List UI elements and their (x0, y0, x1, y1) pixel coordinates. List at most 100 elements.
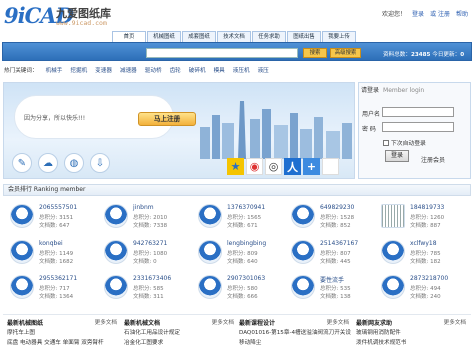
globe-icon[interactable]: ◍ (64, 153, 84, 173)
member-avatar[interactable] (10, 275, 34, 299)
advanced-search-button[interactable]: 高级搜索 (330, 48, 361, 58)
more-link[interactable]: 更多文档 (327, 318, 349, 326)
more-link[interactable]: 更多文档 (444, 318, 466, 326)
member-card[interactable]: 2907301063 总积分: 580 文档数: 666 (198, 275, 290, 307)
remember-checkbox[interactable] (383, 139, 389, 146)
member-name[interactable]: lengbingbing (227, 240, 266, 247)
member-card[interactable]: jinbnm 总积分: 2010 文档数: 7338 (104, 204, 196, 236)
tab-mechanical-drawings[interactable]: 机械图纸 (147, 31, 181, 42)
keyword-link[interactable]: 破碎机 (189, 66, 206, 74)
tab-complete-drawings[interactable]: 成套图纸 (182, 31, 216, 42)
member-name[interactable]: 2065557501 (39, 204, 77, 211)
member-card[interactable]: konqbei 总积分: 1149 文档数: 1682 (10, 240, 102, 272)
keyword-link[interactable]: 齿轮 (170, 66, 181, 74)
remember-me[interactable]: 下次自动登录 (383, 138, 426, 147)
keyword-link[interactable]: 挖掘机 (70, 66, 87, 74)
column-item-link[interactable]: 底盘 电动器具 交通车 单面臂 双旁臂杆 (7, 338, 119, 346)
share-icon[interactable]: ✎ (12, 153, 32, 173)
member-avatar[interactable] (291, 240, 315, 264)
member-name[interactable]: jinbnm (133, 204, 154, 211)
keyword-link[interactable]: 模具 (214, 66, 225, 74)
member-name[interactable]: 2873218700 (410, 275, 448, 282)
column-item-link[interactable]: 移动降尘 (239, 338, 351, 346)
member-avatar[interactable] (198, 204, 222, 228)
member-name[interactable]: 184819733 (410, 204, 444, 211)
tab-upload[interactable]: 我要上传 (322, 31, 356, 42)
people-icon[interactable]: 人 (284, 158, 301, 175)
search-button[interactable]: 搜索 (303, 48, 327, 58)
tab-technical-docs[interactable]: 技术文档 (217, 31, 251, 42)
member-name[interactable]: 649829230 (320, 204, 354, 211)
keyword-link[interactable]: 液压 (258, 66, 269, 74)
member-avatar[interactable] (10, 204, 34, 228)
member-name[interactable]: 942763271 (133, 240, 167, 247)
column-item-link[interactable]: 石油化工用品设计规定 (124, 328, 236, 336)
password-field[interactable] (382, 122, 454, 132)
member-name[interactable]: xclfwy18 (410, 240, 437, 247)
keyword-link[interactable]: 机械手 (46, 66, 63, 74)
keyword-link[interactable]: 驱动桥 (145, 66, 162, 74)
member-card[interactable]: 2873218700 总积分: 494 文档数: 240 (381, 275, 473, 307)
member-card[interactable]: 184819733 总积分: 1260 文档数: 887 (381, 204, 473, 236)
member-card[interactable]: 1376370941 总积分: 1565 文档数: 671 (198, 204, 290, 236)
tab-task-help[interactable]: 任务求助 (252, 31, 286, 42)
member-doc-count: 文档数: 0 (133, 259, 157, 265)
member-avatar[interactable] (198, 275, 222, 299)
column-item-link[interactable]: 摩托车上图 (7, 328, 119, 336)
register-link[interactable]: 或 注册 (430, 9, 450, 18)
star-icon[interactable]: ★ (227, 158, 244, 175)
member-avatar[interactable] (104, 240, 128, 264)
member-card[interactable]: 2514367167 总积分: 807 文档数: 445 (291, 240, 383, 272)
login-link[interactable]: 登录 (412, 9, 424, 18)
weibo-icon[interactable]: ◉ (246, 158, 263, 175)
keyword-link[interactable]: 变速器 (95, 66, 112, 74)
keyword-link[interactable]: 液压机 (233, 66, 250, 74)
member-avatar[interactable] (381, 204, 405, 228)
register-now-button[interactable]: 马上注册 (138, 112, 196, 126)
qzone-icon[interactable]: ◎ (265, 158, 282, 175)
member-name[interactable]: 2955362171 (39, 275, 77, 282)
member-score: 总积分: 3151 (39, 215, 74, 221)
member-avatar[interactable] (291, 275, 315, 299)
plus-icon[interactable]: + (303, 158, 320, 175)
upload-icon[interactable]: ☁ (38, 153, 58, 173)
register-member-link[interactable]: 注册会员 (421, 155, 445, 164)
blank-icon[interactable] (322, 158, 339, 175)
member-avatar[interactable] (104, 275, 128, 299)
member-name[interactable]: konqbei (39, 240, 63, 247)
column-item-link[interactable]: 泼件机调技术规范书 (356, 338, 468, 346)
member-avatar[interactable] (381, 275, 405, 299)
member-card[interactable]: 2955362171 总积分: 717 文档数: 1364 (10, 275, 102, 307)
login-button[interactable]: 登录 (385, 150, 409, 162)
help-link[interactable]: 帮助 (456, 9, 468, 18)
member-name[interactable]: 要性流手 (320, 275, 344, 284)
member-avatar[interactable] (198, 240, 222, 264)
column-item-link[interactable]: 玻璃钢用消防配件 (356, 328, 468, 336)
column-item-link[interactable]: DAQ01016-第15章-4槽送溢油阀流刀开关设 (239, 328, 351, 336)
member-avatar[interactable] (291, 204, 315, 228)
keyword-link[interactable]: 减速器 (120, 66, 137, 74)
member-card[interactable]: lengbingbing 总积分: 809 文档数: 640 (198, 240, 290, 272)
member-avatar[interactable] (10, 240, 34, 264)
member-card[interactable]: 2331673406 总积分: 585 文档数: 311 (104, 275, 196, 307)
member-name[interactable]: 2514367167 (320, 240, 358, 247)
column-item-link[interactable]: 冶金化工图要求 (124, 338, 236, 346)
more-link[interactable]: 更多文档 (95, 318, 117, 326)
member-card[interactable]: 649829230 总积分: 1528 文档数: 852 (291, 204, 383, 236)
member-name[interactable]: 2331673406 (133, 275, 171, 282)
member-name[interactable]: 2907301063 (227, 275, 265, 282)
username-field[interactable] (382, 107, 454, 117)
more-link[interactable]: 更多文档 (212, 318, 234, 326)
search-input[interactable] (146, 48, 298, 58)
member-card[interactable]: 要性流手 总积分: 535 文档数: 138 (291, 275, 383, 307)
member-avatar[interactable] (104, 204, 128, 228)
stats-total-label: 资料总数： (383, 52, 411, 58)
tab-drawings-sale[interactable]: 图纸出售 (287, 31, 321, 42)
tab-home[interactable]: 首页 (112, 31, 146, 42)
download-icon[interactable]: ⇩ (90, 153, 110, 173)
member-avatar[interactable] (381, 240, 405, 264)
member-card[interactable]: 942763271 总积分: 1080 文档数: 0 (104, 240, 196, 272)
member-card[interactable]: xclfwy18 总积分: 785 文档数: 182 (381, 240, 473, 272)
member-card[interactable]: 2065557501 总积分: 3151 文档数: 647 (10, 204, 102, 236)
member-name[interactable]: 1376370941 (227, 204, 265, 211)
